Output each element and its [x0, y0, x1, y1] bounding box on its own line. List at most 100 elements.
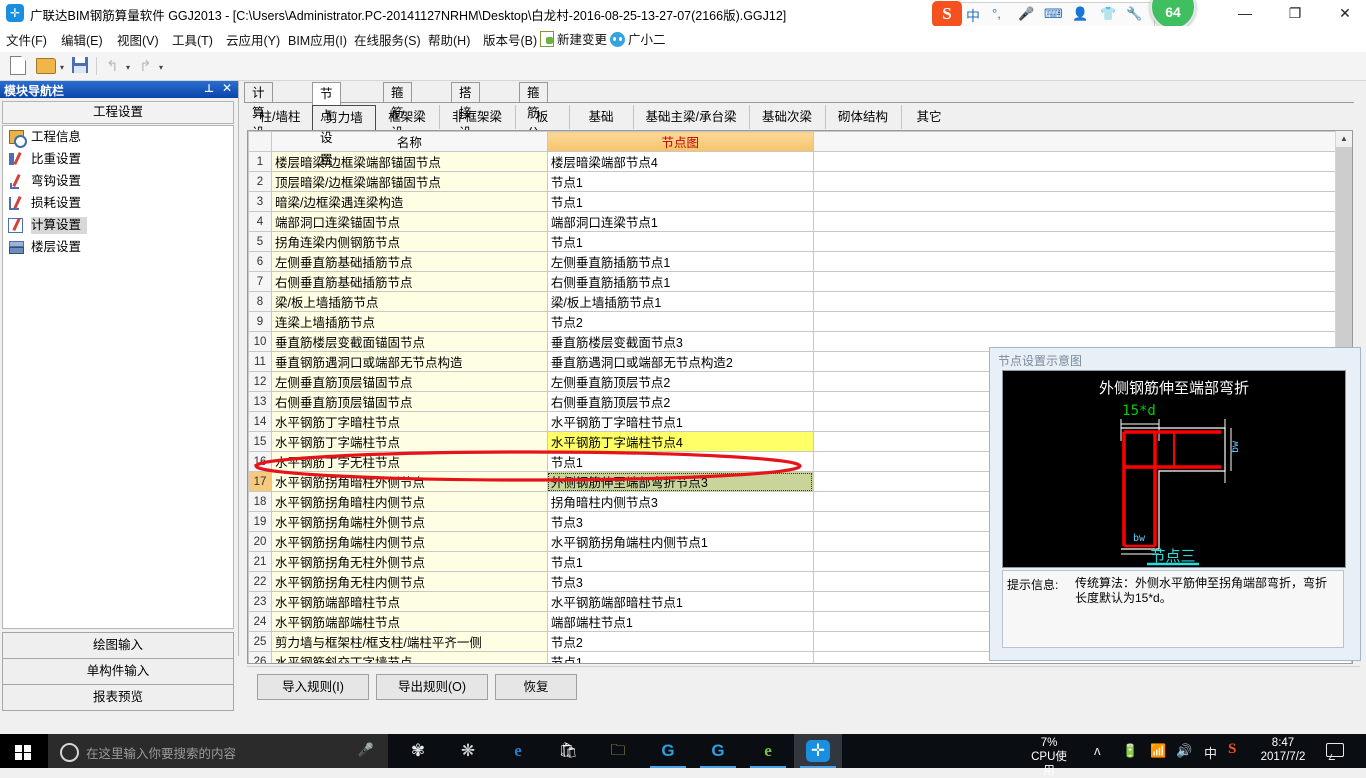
restore-button[interactable]: 恢复 [495, 674, 577, 700]
taskbar-app-edge[interactable]: e [494, 734, 542, 768]
nav-close-icon[interactable]: ✕ [222, 81, 232, 95]
menu-file[interactable]: 文件(F) [6, 30, 47, 49]
row-node-cell[interactable]: 端部洞口连梁节点1 [546, 211, 814, 232]
taskbar-app-explorer[interactable]: 🗀 [594, 734, 642, 768]
tab-non-frame-beam[interactable]: 非框架梁 [439, 105, 516, 129]
row-name-cell[interactable]: 水平钢筋端部暗柱节点 [270, 591, 548, 612]
new-change-caret-icon[interactable]: ▾ [598, 35, 602, 44]
menu-view[interactable]: 视图(V) [117, 30, 159, 49]
row-name-cell[interactable]: 水平钢筋丁字暗柱节点 [270, 411, 548, 432]
row-node-cell[interactable]: 水平钢筋拐角端柱内侧节点1 [546, 531, 814, 552]
taskbar-app-glodon-red[interactable]: G [644, 734, 692, 768]
row-node-cell[interactable]: 节点1 [546, 651, 814, 663]
row-node-cell[interactable]: 节点1 [546, 231, 814, 252]
row-node-cell[interactable]: 节点1 [546, 171, 814, 192]
ime-chinese-mode-icon[interactable]: 中 [966, 6, 980, 26]
redo-icon[interactable]: ↱ [139, 57, 152, 75]
ime-skin-icon[interactable]: 👕 [1100, 6, 1116, 22]
microphone-icon[interactable]: 🎤 [358, 742, 374, 758]
single-element-input-button[interactable]: 单构件输入 [2, 658, 234, 685]
row-node-cell[interactable]: 外侧钢筋伸至端部弯折节点3 [546, 471, 814, 492]
menu-cloud[interactable]: 云应用(Y) [226, 30, 280, 49]
row-name-cell[interactable]: 暗梁/边框梁遇连梁构造 [270, 191, 548, 212]
ime-user-icon[interactable]: 👤 [1072, 6, 1088, 22]
row-name-cell[interactable]: 左侧垂直筋基础插筋节点 [270, 251, 548, 272]
column-header-name[interactable]: 名称 [270, 131, 548, 152]
menu-bim[interactable]: BIM应用(I) [288, 30, 347, 49]
menu-online[interactable]: 在线服务(S) [354, 30, 421, 49]
ime-voice-icon[interactable]: 🎤 [1018, 6, 1034, 22]
tab-slab[interactable]: 板 [515, 105, 570, 129]
row-node-cell[interactable]: 左侧垂直筋顶层节点2 [546, 371, 814, 392]
taskbar-app-glodon-blue[interactable]: G [694, 734, 742, 768]
row-name-cell[interactable]: 水平钢筋端部端柱节点 [270, 611, 548, 632]
row-node-cell[interactable]: 右侧垂直筋顶层节点2 [546, 391, 814, 412]
tab-frame-beam[interactable]: 框架梁 [375, 105, 440, 129]
row-name-cell[interactable]: 水平钢筋拐角无柱内侧节点 [270, 571, 548, 592]
undo-caret-icon[interactable]: ▾ [126, 63, 130, 72]
table-row[interactable]: 6 左侧垂直筋基础插筋节点 左侧垂直筋插筋节点1 [248, 251, 1352, 272]
sogou-tray-icon[interactable]: S [1228, 741, 1236, 758]
battery-icon[interactable]: 🔋 [1122, 743, 1138, 759]
row-name-cell[interactable]: 连梁上墙插筋节点 [270, 311, 548, 332]
taskbar-clock[interactable]: 8:47 2017/7/2 [1252, 736, 1314, 764]
row-node-cell[interactable]: 垂直筋楼层变截面节点3 [546, 331, 814, 352]
sogou-logo-icon[interactable]: S [932, 1, 962, 27]
ime-settings-icon[interactable]: 🔧 [1126, 6, 1142, 22]
row-name-cell[interactable]: 端部洞口连梁锚固节点 [270, 211, 548, 232]
row-node-cell[interactable]: 右侧垂直筋插筋节点1 [546, 271, 814, 292]
row-node-cell[interactable]: 梁/板上墙插筋节点1 [546, 291, 814, 312]
scroll-up-button[interactable]: ▲ [1336, 131, 1352, 147]
row-name-cell[interactable]: 梁/板上墙插筋节点 [270, 291, 548, 312]
row-name-cell[interactable]: 剪力墙与框架柱/框支柱/端柱平齐一侧 [270, 631, 548, 652]
row-node-cell[interactable]: 节点2 [546, 311, 814, 332]
row-node-cell[interactable]: 节点2 [546, 631, 814, 652]
tab-column-wall[interactable]: 柱/墙柱 [248, 105, 313, 129]
tab-other[interactable]: 其它 [901, 105, 957, 129]
taskbar-search-box[interactable]: 在这里输入你要搜索的内容 🎤 [48, 734, 388, 768]
undo-icon[interactable]: ↰ [106, 57, 119, 75]
column-header-node[interactable]: 节点图 [546, 131, 814, 152]
open-file-button[interactable] [36, 56, 56, 76]
taskbar-app-sogou[interactable]: ✾ [394, 734, 442, 768]
minimize-button[interactable]: — [1222, 0, 1268, 26]
open-caret-icon[interactable]: ▾ [60, 63, 64, 72]
row-name-cell[interactable]: 水平钢筋斜交丁字墙节点 [270, 651, 548, 663]
row-node-cell[interactable]: 垂直筋遇洞口或端部无节点构造2 [546, 351, 814, 372]
taskbar-app-ggj[interactable]: ✛ [794, 734, 842, 768]
row-name-cell[interactable]: 垂直筋楼层变截面锚固节点 [270, 331, 548, 352]
pin-icon[interactable]: ⊥ [204, 82, 214, 95]
volume-icon[interactable]: 🔊 [1176, 743, 1192, 759]
import-rules-button[interactable]: 导入规则(I) [257, 674, 369, 700]
assistant-button[interactable]: 广小二 [610, 29, 666, 48]
tab-node-settings[interactable]: 节点设置 [312, 82, 341, 167]
table-row[interactable]: 4 端部洞口连梁锚固节点 端部洞口连梁节点1 [248, 211, 1352, 232]
row-node-cell[interactable]: 左侧垂直筋插筋节点1 [546, 251, 814, 272]
taskbar-app-spiral[interactable]: ❋ [444, 734, 492, 768]
row-node-cell[interactable]: 端部端柱节点1 [546, 611, 814, 632]
tab-calc-settings[interactable]: 计算设置 [244, 82, 273, 160]
row-name-cell[interactable]: 右侧垂直筋基础插筋节点 [270, 271, 548, 292]
row-name-cell[interactable]: 垂直钢筋遇洞口或端部无节点构造 [270, 351, 548, 372]
tab-stirrup-settings[interactable]: 箍筋设置 [383, 82, 412, 160]
wifi-icon[interactable]: 📶 [1150, 743, 1166, 759]
new-change-button[interactable]: 新建变更 [540, 29, 607, 48]
start-button[interactable] [0, 734, 48, 768]
notification-icon[interactable] [1326, 743, 1344, 757]
new-file-button[interactable] [10, 56, 26, 76]
row-name-cell[interactable]: 水平钢筋丁字无柱节点 [270, 451, 548, 472]
ime-keyboard-icon[interactable]: ⌨ [1044, 6, 1063, 22]
table-row[interactable]: 5 拐角连梁内侧钢筋节点 节点1 [248, 231, 1352, 252]
export-rules-button[interactable]: 导出规则(O) [376, 674, 488, 700]
row-name-cell[interactable]: 右侧垂直筋顶层锚固节点 [270, 391, 548, 412]
table-row[interactable]: 1 楼层暗梁/边框梁端部锚固节点 楼层暗梁端部节点4 [248, 151, 1352, 172]
maximize-button[interactable]: ❐ [1272, 0, 1318, 26]
table-row[interactable]: 2 顶层暗梁/边框梁端部锚固节点 节点1 [248, 171, 1352, 192]
close-button[interactable]: ✕ [1322, 0, 1366, 26]
row-node-cell[interactable]: 水平钢筋端部暗柱节点1 [546, 591, 814, 612]
tray-expand-chevron-icon[interactable]: ʌ [1094, 743, 1101, 758]
row-node-cell[interactable]: 水平钢筋丁字端柱节点4 [546, 431, 814, 452]
row-name-cell[interactable]: 顶层暗梁/边框梁端部锚固节点 [270, 171, 548, 192]
row-name-cell[interactable]: 水平钢筋拐角端柱外侧节点 [270, 511, 548, 532]
table-row[interactable]: 7 右侧垂直筋基础插筋节点 右侧垂直筋插筋节点1 [248, 271, 1352, 292]
